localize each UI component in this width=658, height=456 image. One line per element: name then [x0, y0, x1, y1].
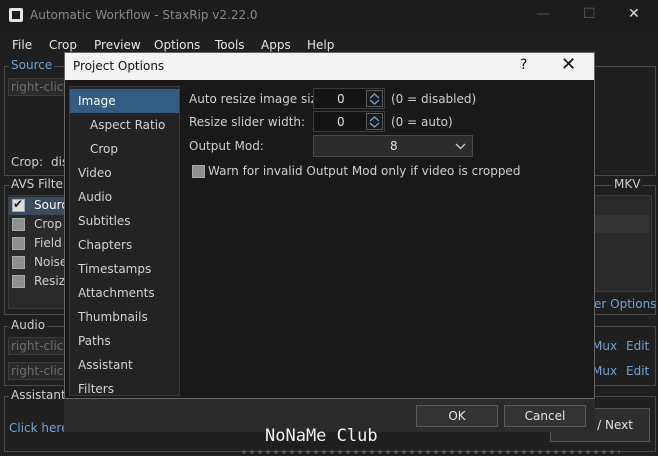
- audio-edit-link-1[interactable]: Edit: [626, 339, 649, 353]
- watermark: NoNaMe Club: [265, 426, 378, 446]
- menu-file[interactable]: File: [12, 38, 32, 52]
- source-group-label: Source: [9, 58, 55, 72]
- filter-field-label: Field: [34, 236, 62, 250]
- output-mod-label: Output Mod:: [189, 139, 264, 153]
- menu-apps[interactable]: Apps: [261, 38, 291, 52]
- resize-slider-hint: (0 = auto): [391, 115, 453, 129]
- filter-source-checkbox[interactable]: [12, 197, 25, 212]
- audio-mux-link-2[interactable]: Mux: [592, 364, 617, 378]
- watermark-dots: [240, 448, 620, 456]
- filter-noise-checkbox[interactable]: [12, 256, 25, 269]
- auto-resize-spinner[interactable]: 0: [313, 88, 385, 109]
- menu-help[interactable]: Help: [307, 38, 334, 52]
- warn-output-mod-label: Warn for invalid Output Mod only if vide…: [208, 164, 521, 178]
- output-mod-value: 8: [390, 139, 398, 153]
- resize-slider-spinner[interactable]: 0: [313, 111, 385, 132]
- chevron-down-icon: [455, 143, 466, 150]
- nav-item-filters[interactable]: Filters: [70, 377, 179, 395]
- output-mod-select[interactable]: 8: [313, 135, 473, 157]
- auto-resize-value: 0: [337, 92, 345, 106]
- mkv-list: [594, 195, 652, 292]
- nav-item-thumbnails[interactable]: Thumbnails: [70, 305, 179, 329]
- crop-label: Crop:: [11, 155, 44, 169]
- resize-slider-label: Resize slider width:: [189, 115, 306, 129]
- ok-button[interactable]: OK: [416, 405, 498, 427]
- mkv-row: [595, 215, 649, 233]
- spin-updown-icon[interactable]: [366, 113, 383, 130]
- nav-item-crop[interactable]: Crop: [70, 137, 179, 161]
- menu-tools[interactable]: Tools: [215, 38, 245, 52]
- nav-item-timestamps[interactable]: Timestamps: [70, 257, 179, 281]
- minimize-icon[interactable]: —: [536, 6, 550, 22]
- nav-item-image[interactable]: Image: [70, 89, 179, 113]
- nav-item-subtitles[interactable]: Subtitles: [70, 209, 179, 233]
- nav-item-paths[interactable]: Paths: [70, 329, 179, 353]
- window-title: Automatic Workflow - StaxRip v2.22.0: [30, 8, 258, 22]
- project-options-dialog: Project Options ? ✕ Image Aspect Ratio C…: [64, 52, 595, 399]
- audio-mux-link-1[interactable]: Mux: [592, 339, 617, 353]
- menu-preview[interactable]: Preview: [94, 38, 141, 52]
- auto-resize-label: Auto resize image size:: [189, 92, 329, 106]
- help-icon[interactable]: ?: [520, 57, 527, 73]
- nav-item-assistant[interactable]: Assistant: [70, 353, 179, 377]
- dialog-title: Project Options: [73, 59, 165, 73]
- close-icon[interactable]: ✕: [628, 6, 640, 22]
- audio-label: Audio: [9, 318, 48, 332]
- mkv-options-link[interactable]: er Options: [594, 297, 656, 311]
- audio-field-2[interactable]: right-click: [8, 362, 68, 380]
- assistant-click-here-link[interactable]: Click here: [9, 421, 68, 435]
- nav-item-aspect-ratio[interactable]: Aspect Ratio: [70, 113, 179, 137]
- filter-field-checkbox[interactable]: [12, 237, 25, 250]
- dialog-close-icon[interactable]: ✕: [561, 54, 576, 75]
- menu-options[interactable]: Options: [154, 38, 200, 52]
- source-field[interactable]: right-click: [8, 78, 68, 96]
- mkv-label: MKV: [612, 177, 643, 191]
- filter-crop-label: Crop: [34, 217, 63, 231]
- auto-resize-hint: (0 = disabled): [391, 92, 477, 106]
- maximize-icon[interactable]: ☐: [583, 6, 596, 22]
- spin-updown-icon[interactable]: [366, 90, 383, 107]
- resize-slider-value: 0: [337, 115, 345, 129]
- assistant-label: Assistant: [9, 388, 68, 402]
- cancel-button[interactable]: Cancel: [504, 405, 586, 427]
- filter-noise-label: Noise: [34, 255, 68, 269]
- audio-edit-link-2[interactable]: Edit: [626, 364, 649, 378]
- nav-item-audio[interactable]: Audio: [70, 185, 179, 209]
- filter-resize-checkbox[interactable]: [12, 275, 25, 288]
- app-icon: [9, 8, 23, 22]
- filter-crop-checkbox[interactable]: [12, 218, 25, 231]
- options-nav: Image Aspect Ratio Crop Video Audio Subt…: [69, 86, 180, 396]
- nav-item-video[interactable]: Video: [70, 161, 179, 185]
- nav-item-chapters[interactable]: Chapters: [70, 233, 179, 257]
- warn-output-mod-checkbox[interactable]: [192, 165, 205, 178]
- nav-item-attachments[interactable]: Attachments: [70, 281, 179, 305]
- menu-crop[interactable]: Crop: [49, 38, 77, 52]
- audio-field-1[interactable]: right-click: [8, 337, 68, 355]
